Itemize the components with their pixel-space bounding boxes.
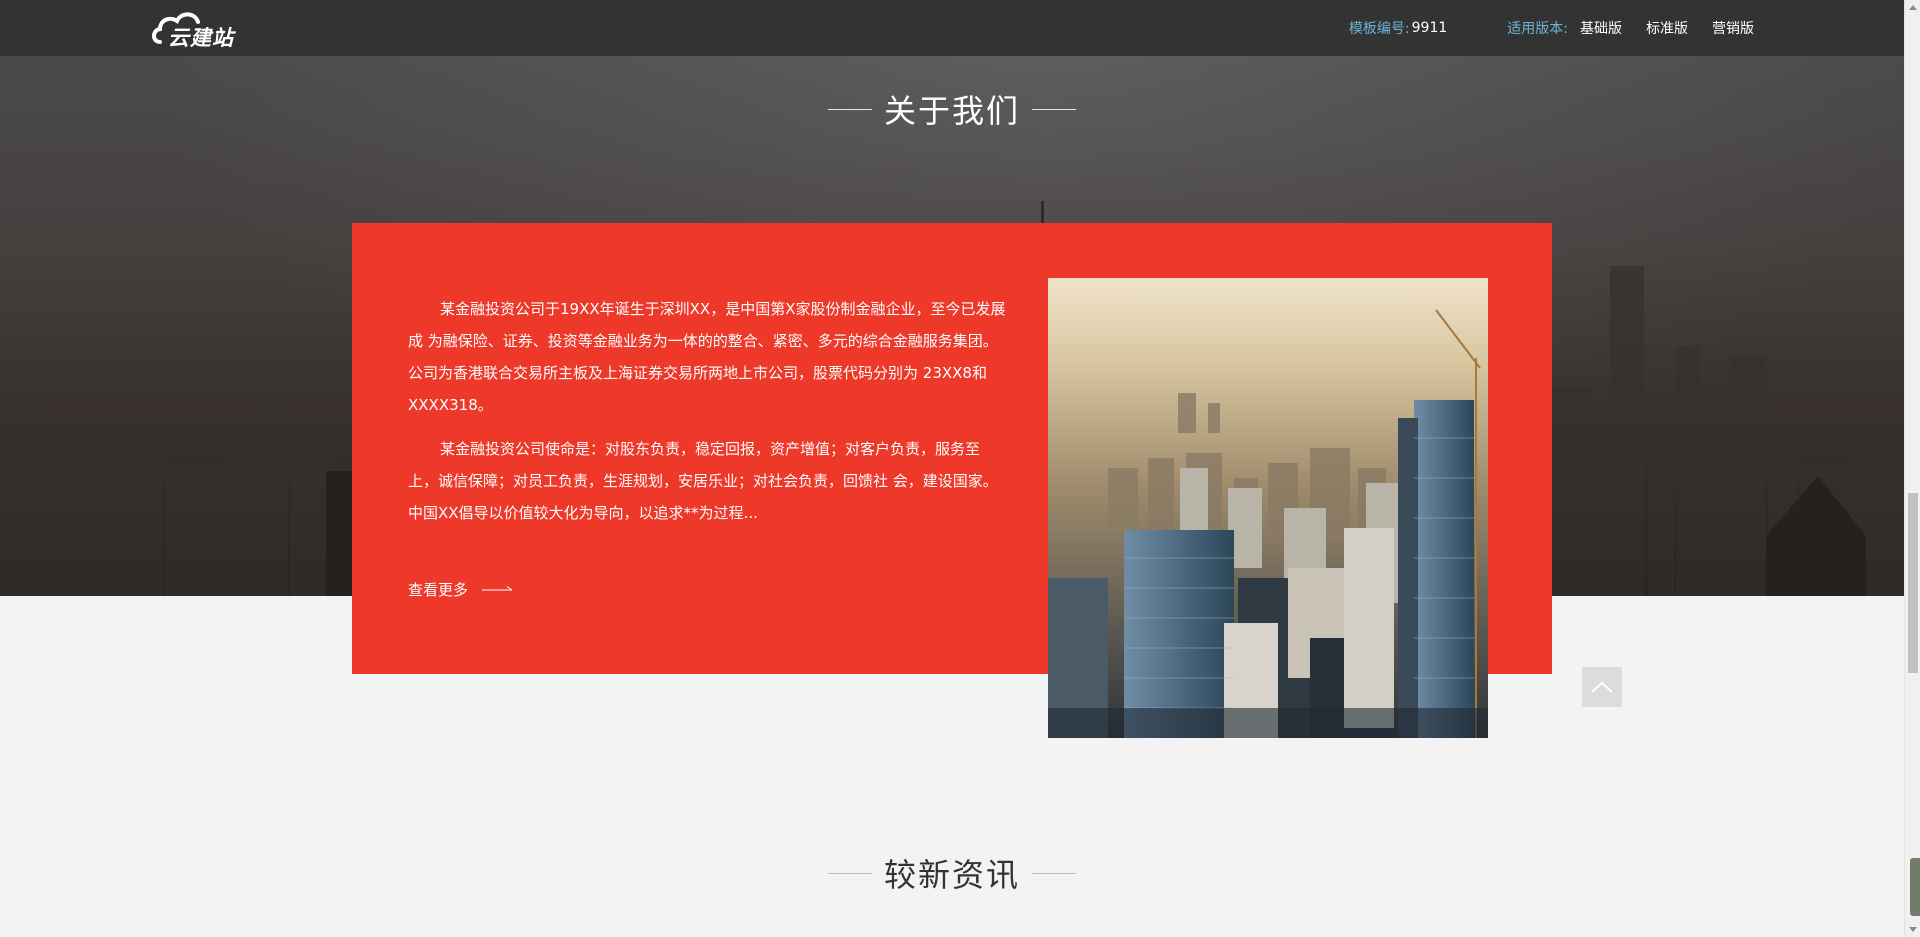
about-title-text: 关于我们 — [883, 92, 1020, 130]
about-paragraph: 某金融投资公司于19XX年诞生于深圳XX，是中国第X家股份制金融企业，至今已发展… — [408, 300, 1006, 414]
version-basic-link[interactable]: 基础版 — [1580, 18, 1622, 38]
about-paragraph: 某金融投资公司使命是：对股东负责，稳定回报，资产增值；对客户负责，服务至上，诚信… — [408, 440, 998, 522]
long-arrow-right-icon — [482, 585, 513, 590]
city-photo-image — [1048, 278, 1488, 738]
version-standard-link[interactable]: 标准版 — [1646, 18, 1688, 38]
template-number-value: 9911 — [1411, 20, 1448, 36]
view-more-link[interactable]: 查看更多 — [408, 579, 514, 600]
site-logo[interactable]: 云建站 — [150, 8, 250, 50]
title-divider-left — [827, 872, 872, 874]
back-to-top-button[interactable] — [1582, 667, 1622, 707]
chevron-up-icon — [1591, 681, 1613, 693]
about-section-title: 关于我们 — [0, 86, 1904, 132]
top-bar: 云建站 模板编号: 9911 适用版本: 基础版 标准版 营销版 — [0, 0, 1904, 56]
header-meta: 模板编号: 9911 适用版本: 基础版 标准版 营销版 — [1349, 18, 1754, 38]
city-aerial-photo — [1048, 278, 1488, 738]
view-more-label: 查看更多 — [408, 581, 469, 599]
logo-text: 云建站 — [168, 26, 234, 50]
version-marketing-link[interactable]: 营销版 — [1712, 18, 1754, 38]
title-divider-right — [1032, 872, 1076, 874]
side-widget[interactable] — [1910, 858, 1920, 916]
news-section-title: 较新资讯 — [0, 850, 1904, 896]
template-number-label: 模板编号: — [1348, 21, 1410, 37]
scroll-down-icon[interactable] — [1909, 927, 1917, 932]
version-label: 适用版本: — [1507, 21, 1568, 37]
scroll-up-icon[interactable] — [1909, 5, 1917, 10]
title-divider-right — [1032, 108, 1076, 110]
page-scrollbar[interactable] — [1904, 0, 1920, 937]
scroll-thumb[interactable] — [1908, 493, 1918, 673]
about-description: 某金融投资公司于19XX年诞生于深圳XX，是中国第X家股份制金融企业，至今已发展… — [408, 293, 1009, 541]
news-title-text: 较新资讯 — [883, 856, 1020, 894]
title-divider-left — [827, 108, 872, 110]
